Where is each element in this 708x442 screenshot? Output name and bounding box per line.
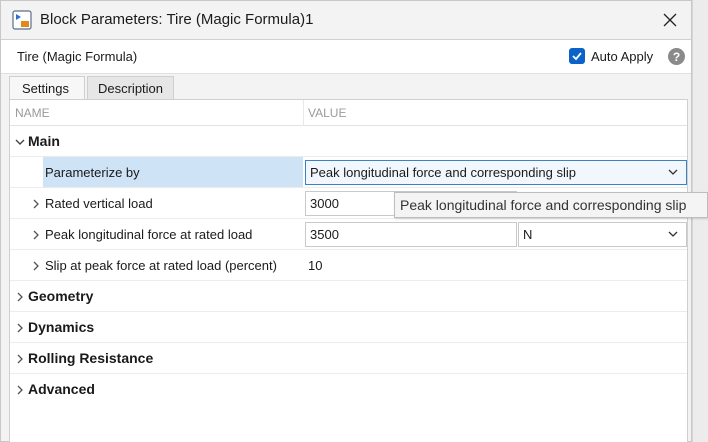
group-dynamics-label: Dynamics: [28, 319, 95, 335]
chevron-down-icon: [668, 169, 678, 175]
param-parameterize-by[interactable]: Parameterize by Peak longitudinal force …: [10, 157, 687, 188]
chevron-down-icon: [15, 139, 25, 145]
tab-bar: Settings Description: [9, 76, 176, 99]
peak-force-unit-dropdown[interactable]: N: [518, 222, 687, 247]
close-button[interactable]: [653, 5, 687, 35]
chevron-right-icon: [17, 323, 23, 333]
chevron-right-icon[interactable]: [30, 197, 42, 211]
auto-apply-label: Auto Apply: [591, 48, 654, 64]
param-label: Peak longitudinal force at rated load: [45, 227, 253, 242]
help-icon[interactable]: ?: [668, 48, 685, 65]
block-name: Tire (Magic Formula): [17, 49, 138, 64]
value-column-header: VALUE: [308, 106, 347, 120]
dropdown-tooltip: Peak longitudinal force and correspondin…: [394, 192, 708, 218]
column-divider: [303, 100, 304, 126]
name-column-header: NAME: [15, 106, 50, 120]
unit-value: N: [523, 227, 533, 242]
param-label: Rated vertical load: [45, 196, 153, 211]
block-header: Tire (Magic Formula) Auto Apply ?: [1, 39, 691, 74]
group-advanced-label: Advanced: [28, 381, 95, 397]
app-icon: [12, 10, 32, 30]
background-window-edge: [692, 0, 708, 442]
group-geometry[interactable]: Geometry: [10, 281, 687, 312]
param-peak-longitudinal-force[interactable]: Peak longitudinal force at rated load 35…: [10, 219, 687, 250]
chevron-right-icon: [17, 385, 23, 395]
auto-apply-toggle[interactable]: Auto Apply: [569, 48, 653, 64]
window-title: Block Parameters: Tire (Magic Formula)1: [40, 11, 314, 28]
group-rolling-resistance-label: Rolling Resistance: [28, 350, 154, 366]
parameterize-by-dropdown[interactable]: Peak longitudinal force and correspondin…: [305, 160, 687, 185]
tab-settings[interactable]: Settings: [9, 76, 85, 99]
column-header: NAME VALUE: [10, 100, 687, 126]
group-geometry-label: Geometry: [28, 288, 94, 304]
param-label: Parameterize by: [45, 165, 140, 180]
group-main[interactable]: Main: [10, 126, 687, 157]
param-label: Slip at peak force at rated load (percen…: [45, 258, 277, 273]
parameters-panel: NAME VALUE Main Parameterize by Peak lon…: [9, 99, 688, 442]
chevron-right-icon[interactable]: [30, 228, 42, 242]
slip-at-peak-value[interactable]: 10: [308, 258, 322, 273]
group-advanced[interactable]: Advanced: [10, 374, 687, 405]
chevron-right-icon: [17, 292, 23, 302]
checkbox-check-icon: [572, 52, 582, 61]
tab-description[interactable]: Description: [86, 76, 175, 99]
close-icon: [663, 13, 677, 27]
dropdown-value: Peak longitudinal force and correspondin…: [310, 165, 576, 180]
group-dynamics[interactable]: Dynamics: [10, 312, 687, 343]
param-slip-at-peak[interactable]: Slip at peak force at rated load (percen…: [10, 250, 687, 281]
peak-force-input[interactable]: 3500: [305, 222, 517, 247]
chevron-right-icon: [17, 354, 23, 364]
chevron-down-icon: [668, 231, 678, 237]
chevron-right-icon[interactable]: [30, 259, 42, 273]
auto-apply-checkbox[interactable]: [569, 48, 585, 64]
block-parameters-dialog: Block Parameters: Tire (Magic Formula)1 …: [0, 0, 692, 442]
group-main-label: Main: [28, 133, 60, 149]
title-bar: Block Parameters: Tire (Magic Formula)1: [1, 1, 691, 39]
group-rolling-resistance[interactable]: Rolling Resistance: [10, 343, 687, 374]
